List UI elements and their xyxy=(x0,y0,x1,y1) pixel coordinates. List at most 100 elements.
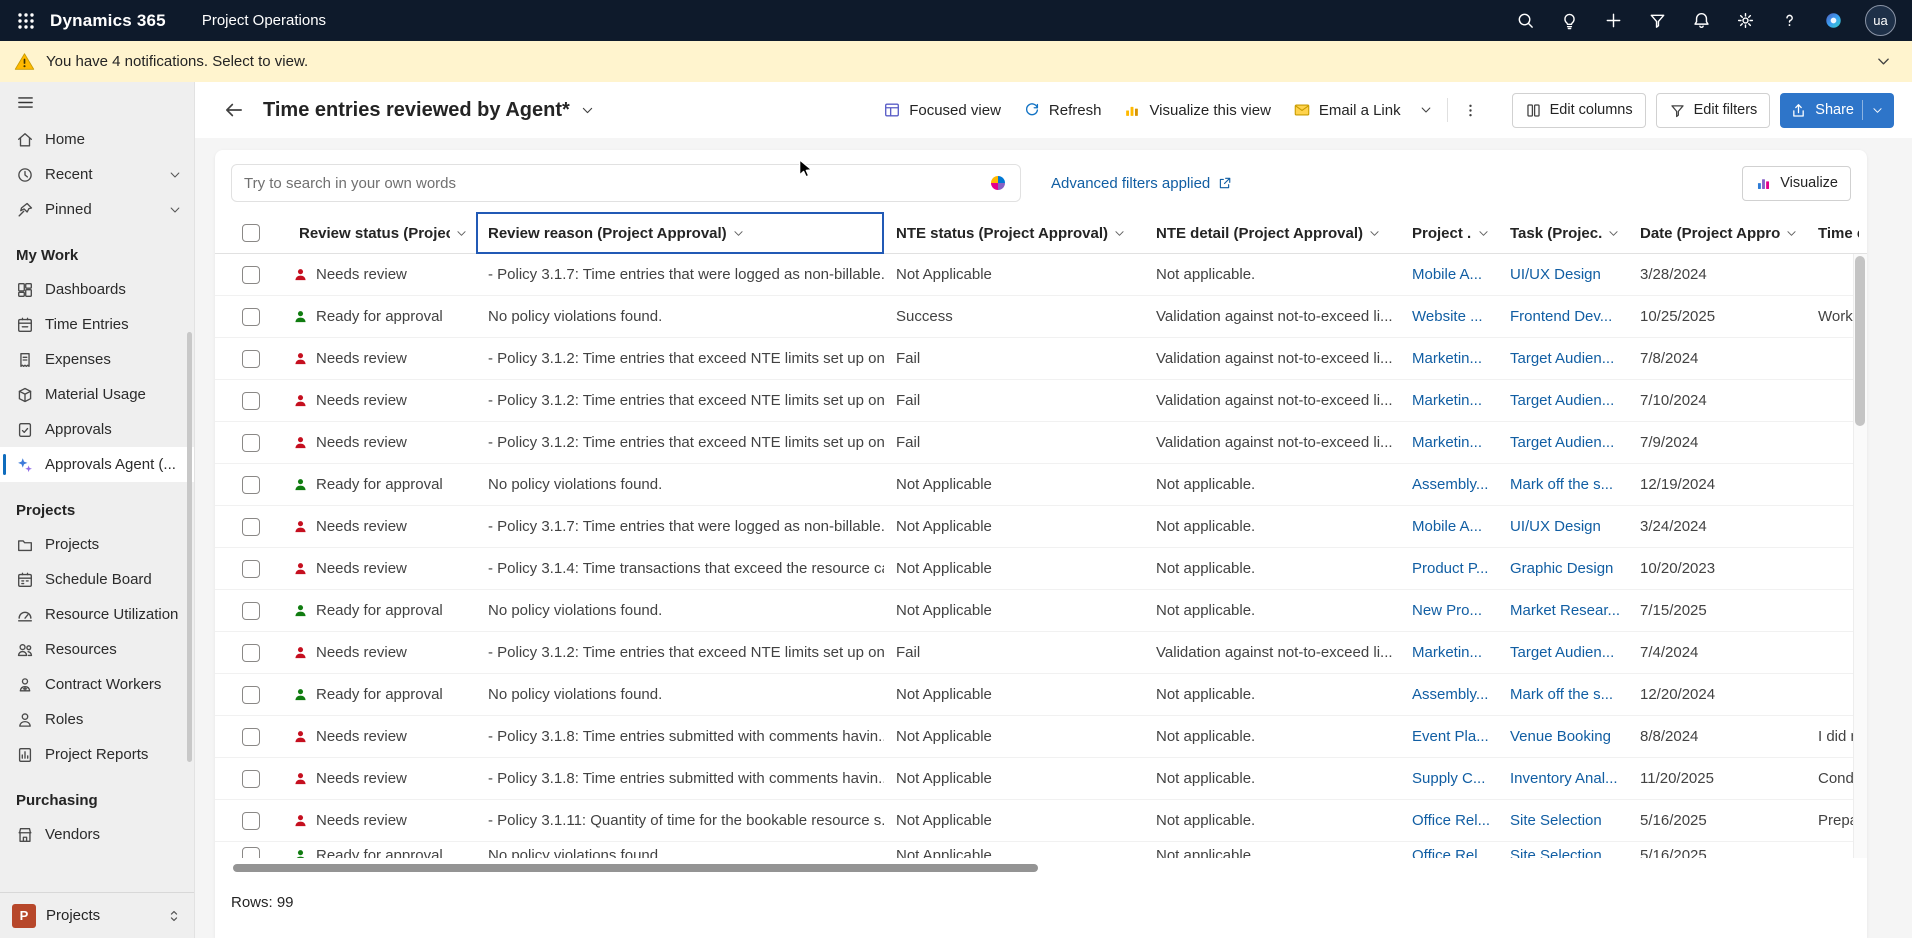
advanced-filters-link[interactable]: Advanced filters applied xyxy=(1051,175,1232,192)
copilot-button[interactable] xyxy=(1815,3,1851,39)
row-checkbox[interactable] xyxy=(242,644,260,662)
row-checkbox[interactable] xyxy=(242,518,260,536)
sidebar-item-time-entries[interactable]: Time Entries xyxy=(0,307,194,342)
hamburger-icon[interactable] xyxy=(16,93,35,112)
notifications-button[interactable] xyxy=(1683,3,1719,39)
sidebar-item-resource-utilization[interactable]: Resource Utilization xyxy=(0,597,194,632)
sidebar-item-projects[interactable]: Projects xyxy=(0,527,194,562)
sidebar-item-resources[interactable]: Resources xyxy=(0,632,194,667)
sidebar-item-dashboards[interactable]: Dashboards xyxy=(0,272,194,307)
row-checkbox[interactable] xyxy=(242,308,260,326)
sidebar-item-contract-workers[interactable]: Contract Workers xyxy=(0,667,194,702)
project-link[interactable]: Assembly... xyxy=(1400,476,1498,493)
table-row[interactable]: Needs review- Policy 3.1.11: Quantity of… xyxy=(215,800,1867,842)
column-header-review-status[interactable]: Review status (Project ... xyxy=(287,212,476,254)
sidebar-item-material-usage[interactable]: Material Usage xyxy=(0,377,194,412)
vertical-scrollbar[interactable] xyxy=(1853,254,1867,858)
row-checkbox[interactable] xyxy=(242,770,260,788)
horizontal-scrollbar[interactable] xyxy=(215,860,1867,878)
table-row[interactable]: Needs review- Policy 3.1.2: Time entries… xyxy=(215,422,1867,464)
project-link[interactable]: Marketin... xyxy=(1400,644,1498,661)
back-arrow-icon[interactable] xyxy=(223,99,245,121)
select-all-checkbox[interactable] xyxy=(242,224,260,242)
search-button[interactable] xyxy=(1507,3,1543,39)
column-header-nte-status[interactable]: NTE status (Project Approval) xyxy=(884,212,1144,254)
row-checkbox[interactable] xyxy=(242,434,260,452)
task-link[interactable]: Target Audien... xyxy=(1498,644,1628,661)
app-name[interactable]: Dynamics 365 xyxy=(50,11,166,31)
row-checkbox[interactable] xyxy=(242,476,260,494)
filter-button[interactable] xyxy=(1639,3,1675,39)
project-link[interactable]: Marketin... xyxy=(1400,434,1498,451)
sidebar-item-pinned[interactable]: Pinned xyxy=(0,192,194,227)
more-commands-chevron[interactable] xyxy=(1413,92,1439,128)
table-row[interactable]: Needs review- Policy 3.1.7: Time entries… xyxy=(215,506,1867,548)
sidebar-item-project-reports[interactable]: Project Reports xyxy=(0,737,194,772)
table-row[interactable]: Needs review- Policy 3.1.7: Time entries… xyxy=(215,254,1867,296)
search-input[interactable] xyxy=(244,175,980,192)
project-link[interactable]: Office Rel... xyxy=(1400,847,1498,858)
task-link[interactable]: Target Audien... xyxy=(1498,350,1628,367)
sidebar-item-approvals-agent[interactable]: Approvals Agent (... xyxy=(0,447,194,482)
row-checkbox[interactable] xyxy=(242,812,260,830)
task-link[interactable]: Target Audien... xyxy=(1498,392,1628,409)
sidebar-item-expenses[interactable]: Expenses xyxy=(0,342,194,377)
waffle-icon[interactable] xyxy=(16,11,36,31)
table-row[interactable]: Ready for approvalNo policy violations f… xyxy=(215,590,1867,632)
table-row[interactable]: Needs review- Policy 3.1.2: Time entries… xyxy=(215,380,1867,422)
task-link[interactable]: Site Selection xyxy=(1498,847,1628,858)
overflow-menu-button[interactable] xyxy=(1456,92,1486,128)
sidebar-item-recent[interactable]: Recent xyxy=(0,157,194,192)
task-link[interactable]: Inventory Anal... xyxy=(1498,770,1628,787)
view-title[interactable]: Time entries reviewed by Agent* xyxy=(263,99,570,122)
row-checkbox[interactable] xyxy=(242,266,260,284)
task-link[interactable]: UI/UX Design xyxy=(1498,518,1628,535)
row-checkbox[interactable] xyxy=(242,602,260,620)
project-link[interactable]: Mobile A... xyxy=(1400,266,1498,283)
row-checkbox[interactable] xyxy=(242,560,260,578)
area-switcher[interactable]: P Projects xyxy=(0,892,194,938)
table-row[interactable]: Ready for approvalNo policy violations f… xyxy=(215,842,1867,858)
project-link[interactable]: Product P... xyxy=(1400,560,1498,577)
project-link[interactable]: Website ... xyxy=(1400,308,1498,325)
sidebar-item-roles[interactable]: Roles xyxy=(0,702,194,737)
visualize-this-view-button[interactable]: Visualize this view xyxy=(1113,92,1280,128)
project-link[interactable]: Marketin... xyxy=(1400,392,1498,409)
row-checkbox[interactable] xyxy=(242,686,260,704)
edit-filters-button[interactable]: Edit filters xyxy=(1656,93,1771,128)
email-a-link-button[interactable]: Email a Link xyxy=(1283,92,1411,128)
column-header-review-reason[interactable]: Review reason (Project Approval) xyxy=(476,212,884,254)
row-checkbox[interactable] xyxy=(242,392,260,410)
project-link[interactable]: Supply C... xyxy=(1400,770,1498,787)
sidebar-item-approvals[interactable]: Approvals xyxy=(0,412,194,447)
row-checkbox[interactable] xyxy=(242,350,260,368)
task-link[interactable]: Venue Booking xyxy=(1498,728,1628,745)
table-row[interactable]: Ready for approvalNo policy violations f… xyxy=(215,296,1867,338)
column-header-time-entry[interactable]: Time entr... xyxy=(1806,212,1867,254)
project-link[interactable]: Marketin... xyxy=(1400,350,1498,367)
refresh-button[interactable]: Refresh xyxy=(1013,92,1112,128)
table-row[interactable]: Needs review- Policy 3.1.8: Time entries… xyxy=(215,716,1867,758)
notification-bar[interactable]: You have 4 notifications. Select to view… xyxy=(0,41,1912,82)
chevron-down-icon[interactable] xyxy=(1875,53,1892,70)
task-link[interactable]: UI/UX Design xyxy=(1498,266,1628,283)
copilot-icon[interactable] xyxy=(988,173,1008,193)
edit-columns-button[interactable]: Edit columns xyxy=(1512,93,1646,128)
share-button[interactable]: Share xyxy=(1780,93,1894,128)
column-header-project[interactable]: Project ... xyxy=(1400,212,1498,254)
table-row[interactable]: Needs review- Policy 3.1.4: Time transac… xyxy=(215,548,1867,590)
chevron-down-icon[interactable] xyxy=(1871,104,1884,117)
table-row[interactable]: Ready for approvalNo policy violations f… xyxy=(215,464,1867,506)
visualize-button[interactable]: Visualize xyxy=(1742,166,1851,201)
user-avatar[interactable]: ua xyxy=(1865,5,1896,36)
table-row[interactable]: Needs review- Policy 3.1.2: Time entries… xyxy=(215,632,1867,674)
sidebar-scrollbar[interactable] xyxy=(187,332,192,762)
project-link[interactable]: Event Pla... xyxy=(1400,728,1498,745)
sidebar-item-home[interactable]: Home xyxy=(0,122,194,157)
task-link[interactable]: Graphic Design xyxy=(1498,560,1628,577)
sidebar-item-vendors[interactable]: Vendors xyxy=(0,817,194,852)
project-link[interactable]: Mobile A... xyxy=(1400,518,1498,535)
column-header-nte-detail[interactable]: NTE detail (Project Approval) xyxy=(1144,212,1400,254)
task-link[interactable]: Frontend Dev... xyxy=(1498,308,1628,325)
table-row[interactable]: Needs review- Policy 3.1.2: Time entries… xyxy=(215,338,1867,380)
